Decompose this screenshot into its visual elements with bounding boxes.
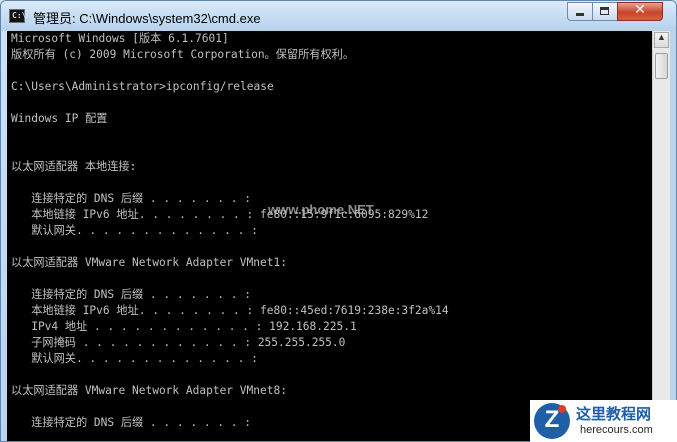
console-output[interactable]: Microsoft Windows [版本 6.1.7601] 版权所有 (c) … bbox=[7, 31, 652, 441]
console-line: 默认网关. . . . . . . . . . . . . : bbox=[11, 224, 258, 237]
site-logo-icon: Z bbox=[534, 403, 570, 439]
close-button[interactable]: ✕ bbox=[617, 2, 663, 21]
window-border bbox=[670, 31, 676, 441]
close-icon: ✕ bbox=[634, 2, 646, 18]
console-line: 以太网适配器 VMware Network Adapter VMnet8: bbox=[11, 384, 287, 397]
scroll-thumb[interactable] bbox=[655, 53, 668, 79]
scroll-up-button[interactable]: ▲ bbox=[654, 32, 669, 48]
maximize-button[interactable] bbox=[592, 2, 618, 21]
minimize-button[interactable] bbox=[567, 2, 593, 21]
console-line: Microsoft Windows [版本 6.1.7601] bbox=[11, 32, 229, 45]
minimize-icon bbox=[576, 13, 584, 16]
console-line: 版权所有 (c) 2009 Microsoft Corporation。保留所有… bbox=[11, 48, 355, 61]
watermark-text: www.phome.NET bbox=[268, 202, 374, 217]
maximize-icon bbox=[600, 7, 609, 15]
title-bar[interactable]: C:\ 管理员: C:\Windows\system32\cmd.exe ✕ bbox=[1, 1, 676, 31]
console-line: 连接特定的 DNS 后缀 . . . . . . . : bbox=[11, 288, 251, 301]
console-line: 连接特定的 DNS 后缀 . . . . . . . : bbox=[11, 416, 251, 429]
site-watermark: Z 这里教程网 herecours.com bbox=[530, 400, 677, 442]
console-line: 默认网关. . . . . . . . . . . . . : bbox=[11, 352, 258, 365]
console-line: 子网掩码 . . . . . . . . . . . . : 255.255.2… bbox=[11, 336, 346, 349]
console-line: IPv4 地址 . . . . . . . . . . . . : 192.16… bbox=[11, 320, 357, 333]
vertical-scrollbar[interactable]: ▲ bbox=[652, 31, 671, 441]
arrow-up-icon: ▲ bbox=[657, 32, 666, 42]
console-line: 以太网适配器 本地连接: bbox=[11, 160, 137, 173]
site-url: herecours.com bbox=[580, 424, 653, 436]
console-line: 本地链接 IPv6 地址. . . . . . . . : fe80::45ed… bbox=[11, 304, 449, 317]
console-line: Windows IP 配置 bbox=[11, 112, 108, 125]
console-line: 以太网适配器 VMware Network Adapter VMnet1: bbox=[11, 256, 287, 269]
window-title: 管理员: C:\Windows\system32\cmd.exe bbox=[33, 11, 261, 26]
cmd-window: C:\ 管理员: C:\Windows\system32\cmd.exe ✕ M… bbox=[0, 0, 677, 442]
console-line: C:\Users\Administrator>ipconfig/release bbox=[11, 80, 274, 93]
console-line: 连接特定的 DNS 后缀 . . . . . . . : bbox=[11, 192, 251, 205]
cmd-icon[interactable]: C:\ bbox=[9, 9, 26, 23]
site-title: 这里教程网 bbox=[576, 405, 652, 423]
